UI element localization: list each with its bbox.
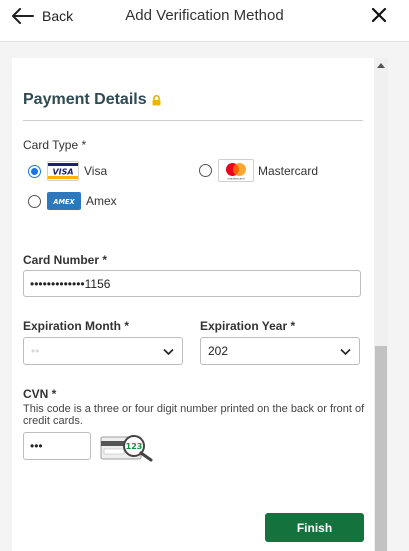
finish-button[interactable]: Finish: [265, 513, 364, 542]
card-number-label: Card Number *: [23, 253, 108, 267]
page-title: Add Verification Method: [125, 7, 284, 24]
expiration-month-value: ••: [31, 344, 40, 358]
card-type-option-amex[interactable]: AMEX Amex: [28, 192, 117, 210]
chevron-down-icon: [163, 348, 174, 356]
section-divider: [23, 120, 363, 121]
mastercard-label: Mastercard: [258, 163, 319, 178]
close-icon[interactable]: [371, 7, 387, 23]
chevron-down-icon: [340, 348, 351, 356]
card-type-option-visa[interactable]: VISA Visa: [28, 161, 107, 181]
visa-label: Visa: [84, 164, 108, 178]
mastercard-logo-icon: mastercard: [218, 159, 254, 182]
cvn-label: CVN *: [23, 387, 57, 401]
amex-label: Amex: [86, 194, 117, 208]
expiration-month-select[interactable]: ••: [23, 337, 183, 365]
amex-logo-text: AMEX: [52, 198, 75, 206]
section-title: Payment Details: [23, 91, 147, 108]
expiration-month-label: Expiration Month *: [23, 319, 129, 333]
card-type-label: Card Type *: [23, 138, 87, 152]
lock-icon: [152, 94, 161, 105]
expiration-year-value: 202: [208, 344, 229, 358]
cvn-hint-digits: 123: [126, 442, 143, 451]
visa-radio[interactable]: [28, 164, 41, 178]
cvn-help-text: This code is a three or four digit numbe…: [23, 403, 365, 427]
scroll-thumb[interactable]: [375, 346, 387, 551]
scrollbar[interactable]: [374, 58, 388, 551]
visa-logo-text: VISA: [52, 168, 73, 177]
card-type-option-mastercard[interactable]: mastercard Mastercard: [199, 159, 318, 182]
header-bar: Back Add Verification Method: [0, 0, 409, 42]
cvn-card-magnifier-icon: 123: [100, 435, 153, 462]
mastercard-logo-text: mastercard: [227, 176, 244, 180]
section-heading: Payment Details: [23, 91, 161, 109]
amex-radio[interactable]: [28, 194, 41, 208]
expiration-year-label: Expiration Year *: [200, 319, 296, 333]
card-number-input[interactable]: •••••••••••••1156: [23, 270, 361, 297]
mastercard-radio[interactable]: [199, 164, 212, 177]
payment-form-card: Payment Details Card Type * VISA Visa ma…: [12, 58, 374, 551]
expiration-year-select[interactable]: 202: [200, 337, 360, 365]
amex-logo-icon: AMEX: [47, 192, 81, 210]
scroll-up-arrow-icon[interactable]: [377, 63, 385, 68]
cvn-input[interactable]: •••: [23, 432, 91, 460]
visa-logo-icon: VISA: [47, 161, 79, 181]
